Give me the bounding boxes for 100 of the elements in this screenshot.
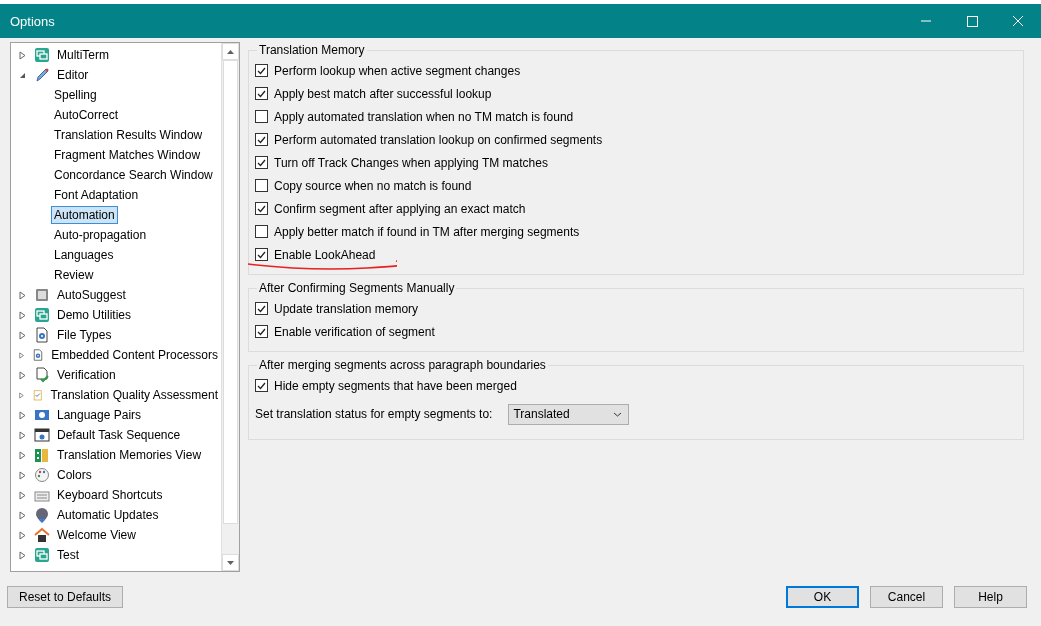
app-icon bbox=[34, 47, 50, 63]
checkbox[interactable] bbox=[255, 64, 268, 77]
checkbox-label[interactable]: Hide empty segments that have been merged bbox=[274, 378, 517, 393]
scroll-up-icon[interactable] bbox=[227, 49, 234, 54]
checkbox-label[interactable]: Confirm segment after applying an exact match bbox=[274, 201, 526, 216]
app-icon bbox=[34, 307, 50, 323]
palette-icon bbox=[34, 467, 50, 483]
tree-item[interactable]: Translation Quality Assessment bbox=[47, 386, 221, 404]
dropdown-label: Set translation status for empty segments to: bbox=[255, 407, 493, 421]
expand-icon[interactable] bbox=[19, 530, 26, 540]
scrollbar[interactable] bbox=[221, 43, 239, 571]
expand-icon[interactable] bbox=[19, 390, 24, 400]
pencil-icon bbox=[34, 67, 50, 83]
checkbox[interactable] bbox=[255, 110, 268, 123]
check-doc-icon bbox=[34, 367, 50, 383]
tree-item[interactable]: Font Adaptation bbox=[51, 186, 142, 204]
check-icon bbox=[257, 304, 266, 313]
check-icon bbox=[257, 66, 266, 75]
check-icon bbox=[257, 250, 266, 259]
gear-doc-icon bbox=[32, 347, 45, 363]
check-icon bbox=[257, 89, 266, 98]
scroll-down-icon[interactable] bbox=[227, 560, 234, 565]
tree-item[interactable]: Embedded Content Processors bbox=[48, 346, 221, 364]
tree-item[interactable]: Language Pairs bbox=[54, 406, 145, 424]
expand-icon[interactable] bbox=[19, 490, 26, 500]
expand-icon[interactable] bbox=[19, 550, 26, 560]
expand-icon[interactable] bbox=[19, 350, 25, 360]
clipboard-icon bbox=[32, 387, 44, 403]
tree-item[interactable]: Languages bbox=[51, 246, 117, 264]
checkbox[interactable] bbox=[255, 202, 268, 215]
expand-icon[interactable] bbox=[19, 370, 26, 380]
checkbox-label[interactable]: Enable LookAhead bbox=[274, 247, 376, 262]
group-title: Translation Memory bbox=[258, 43, 366, 57]
expand-icon[interactable] bbox=[19, 430, 26, 440]
expand-icon[interactable] bbox=[19, 450, 26, 460]
status-dropdown[interactable]: Translated bbox=[508, 403, 630, 425]
check-icon bbox=[257, 204, 266, 213]
check-icon bbox=[257, 327, 266, 336]
expand-icon[interactable] bbox=[19, 510, 26, 520]
expand-icon[interactable] bbox=[19, 470, 26, 480]
expand-icon[interactable] bbox=[19, 410, 26, 420]
checkbox[interactable] bbox=[255, 225, 268, 238]
caret-icon bbox=[613, 411, 623, 417]
tree-item[interactable]: Auto-propagation bbox=[51, 226, 150, 244]
tree-item[interactable]: Spelling bbox=[51, 86, 100, 104]
tree-item[interactable]: Default Task Sequence bbox=[54, 426, 184, 444]
tree-item[interactable]: Translation Memories View bbox=[54, 446, 205, 464]
tree-item[interactable]: Automation bbox=[51, 206, 118, 224]
group-title: After merging segments across paragraph boundaries bbox=[258, 358, 547, 372]
dialog-button[interactable]: Reset to Defaults bbox=[7, 586, 123, 608]
tree-item[interactable]: File Types bbox=[54, 326, 115, 344]
tree-item[interactable]: Test bbox=[54, 546, 82, 564]
tree-item[interactable]: Review bbox=[51, 266, 97, 284]
box-icon bbox=[34, 287, 50, 303]
checkbox[interactable] bbox=[255, 379, 268, 392]
checkbox-label[interactable]: Apply best match after successful lookup bbox=[274, 86, 492, 101]
checkbox-label[interactable]: Perform lookup when active segment changes bbox=[274, 63, 521, 78]
tree-item[interactable]: AutoCorrect bbox=[51, 106, 122, 124]
check-icon bbox=[257, 158, 266, 167]
window-title: Options bbox=[9, 13, 56, 29]
checkbox[interactable] bbox=[255, 87, 268, 100]
collapse-icon[interactable] bbox=[19, 71, 26, 79]
expand-icon[interactable] bbox=[19, 290, 26, 300]
checkbox[interactable] bbox=[255, 133, 268, 146]
house-icon bbox=[34, 527, 50, 543]
tree-item[interactable]: Automatic Updates bbox=[54, 506, 162, 524]
tree-item[interactable]: Keyboard Shortcuts bbox=[54, 486, 166, 504]
check-icon bbox=[257, 135, 266, 144]
tree-item[interactable]: MultiTerm bbox=[54, 46, 112, 64]
expand-icon[interactable] bbox=[19, 330, 26, 340]
checkbox-label[interactable]: Turn off Track Changes when applying TM matches bbox=[274, 155, 548, 170]
group-title: After Confirming Segments Manually bbox=[258, 281, 456, 295]
tree-item[interactable]: Concordance Search Window bbox=[51, 166, 216, 184]
dialog-button[interactable]: Help bbox=[954, 586, 1027, 608]
tree-item[interactable]: Welcome View bbox=[54, 526, 139, 544]
checkbox-label[interactable]: Apply better match if found in TM after merging segments bbox=[274, 224, 580, 239]
tree-item[interactable]: AutoSuggest bbox=[54, 286, 129, 304]
checkbox-label[interactable]: Update translation memory bbox=[274, 301, 419, 316]
checkbox[interactable] bbox=[255, 302, 268, 315]
tree-item[interactable]: Translation Results Window bbox=[51, 126, 206, 144]
checkbox[interactable] bbox=[255, 156, 268, 169]
expand-icon[interactable] bbox=[19, 50, 26, 60]
tree-item[interactable]: Colors bbox=[54, 466, 95, 484]
checkbox-label[interactable]: Perform automated translation lookup on confirmed segments bbox=[274, 132, 603, 147]
check-icon bbox=[257, 381, 266, 390]
checkbox-label[interactable]: Copy source when no match is found bbox=[274, 178, 472, 193]
tree-item[interactable]: Verification bbox=[54, 366, 119, 384]
checkbox[interactable] bbox=[255, 248, 268, 261]
checkbox-label[interactable]: Enable verification of segment bbox=[274, 324, 435, 339]
tree-item[interactable]: Editor bbox=[54, 66, 92, 84]
dialog-button[interactable]: Cancel bbox=[870, 586, 943, 608]
tree-item[interactable]: Demo Utilities bbox=[54, 306, 134, 324]
dialog-button[interactable]: OK bbox=[786, 586, 859, 608]
gear-doc-icon bbox=[34, 327, 50, 343]
checkbox[interactable] bbox=[255, 179, 268, 192]
checkbox[interactable] bbox=[255, 325, 268, 338]
checkbox-label[interactable]: Apply automated translation when no TM match is found bbox=[274, 109, 574, 124]
tree-item[interactable]: Fragment Matches Window bbox=[51, 146, 204, 164]
expand-icon[interactable] bbox=[19, 310, 26, 320]
memories-icon bbox=[34, 447, 50, 463]
